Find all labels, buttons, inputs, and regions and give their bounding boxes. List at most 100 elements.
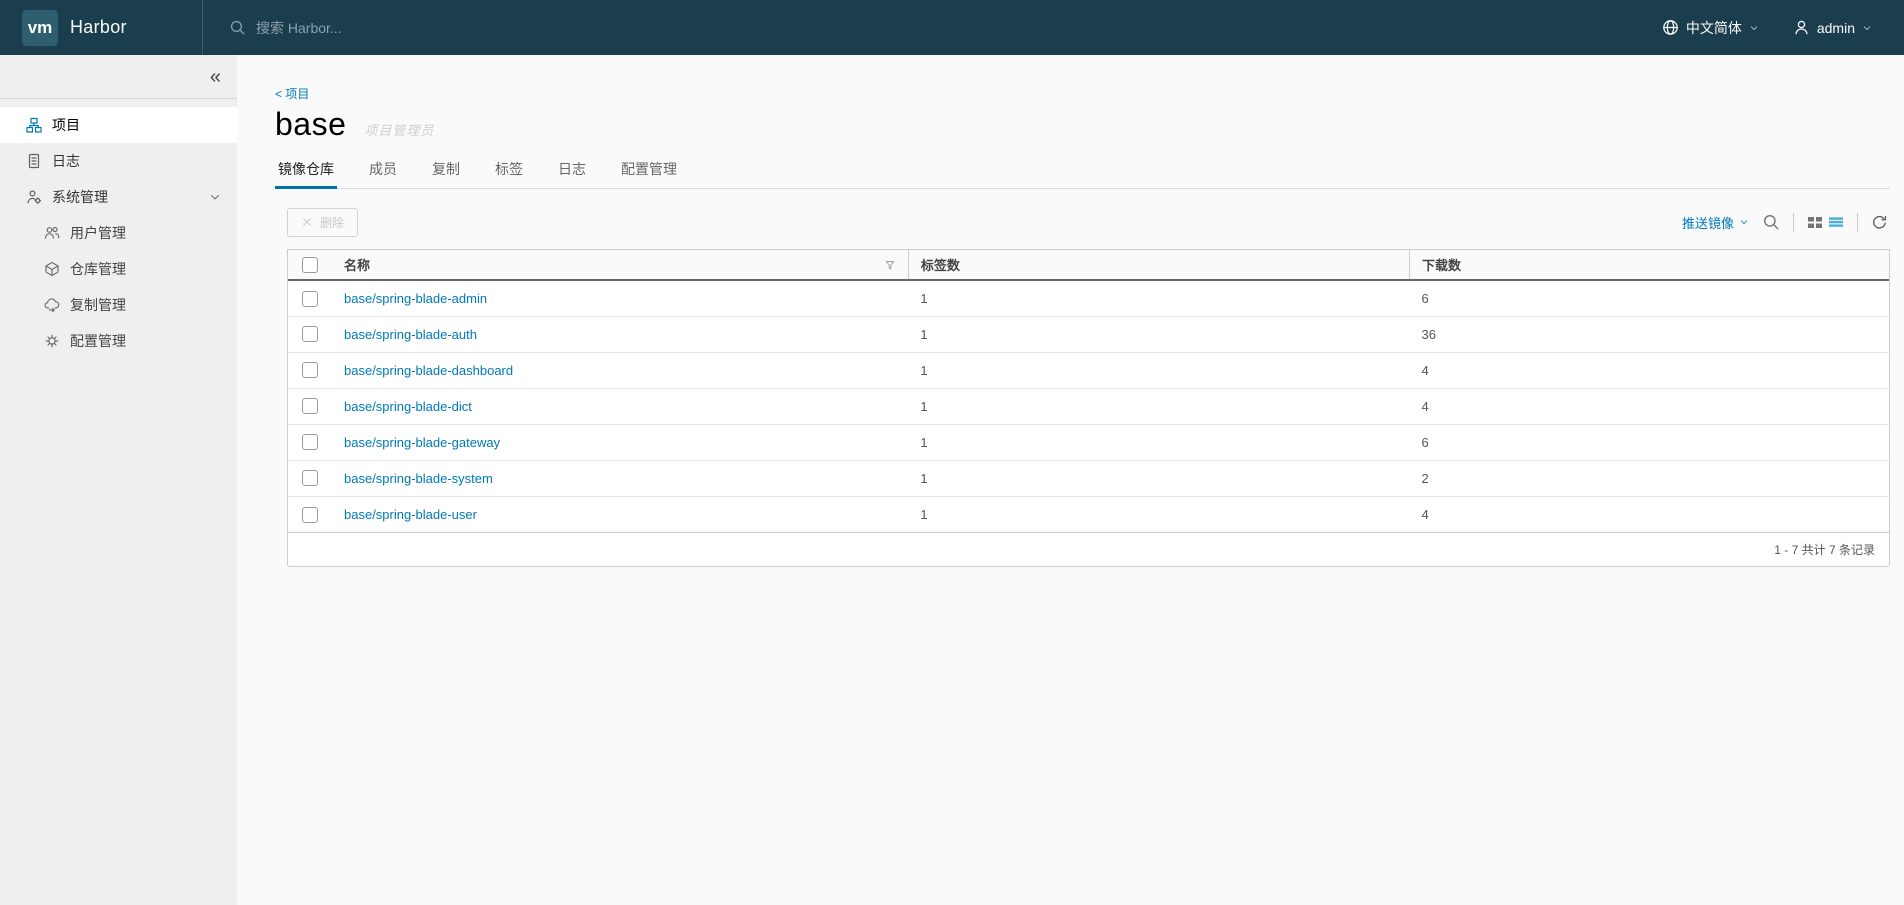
table-row: base/spring-blade-gateway 1 6 bbox=[288, 423, 1889, 460]
tags-count: 1 bbox=[920, 326, 928, 342]
repo-link[interactable]: base/spring-blade-dashboard bbox=[344, 363, 513, 378]
app-title: Harbor bbox=[70, 17, 127, 37]
tags-cell: 1 bbox=[908, 351, 1410, 388]
refresh-button[interactable] bbox=[1871, 214, 1888, 231]
sidebar-item-user-management[interactable]: 用户管理 bbox=[0, 215, 237, 251]
tab-labels[interactable]: 标签 bbox=[492, 159, 526, 189]
tab-members[interactable]: 成员 bbox=[366, 159, 400, 189]
globe-icon bbox=[1663, 20, 1678, 35]
sidebar-item-label: 系统管理 bbox=[52, 189, 108, 205]
branding[interactable]: vm Harbor bbox=[0, 0, 202, 55]
downloads-count: 2 bbox=[1421, 470, 1429, 486]
filter-icon bbox=[885, 260, 895, 269]
row-select-cell bbox=[288, 315, 332, 352]
sidebar-nav: 项目 日志 系统管理 用户管理 仓库管理 复制管理 配置管理 bbox=[0, 99, 237, 359]
row-checkbox[interactable] bbox=[302, 398, 318, 415]
admin-user-gear-icon bbox=[27, 190, 42, 204]
repositories-datagrid: 名称 标签数 下载数 base/spring-blade-admin 1 6 b… bbox=[287, 249, 1890, 567]
downloads-count: 6 bbox=[1421, 434, 1429, 450]
row-checkbox[interactable] bbox=[302, 362, 318, 379]
breadcrumb-projects-link[interactable]: < 项目 bbox=[275, 85, 309, 102]
close-icon bbox=[303, 218, 311, 226]
sidebar-item-configuration[interactable]: 配置管理 bbox=[0, 323, 237, 359]
sidebar-item-label: 配置管理 bbox=[70, 333, 126, 349]
tags-count: 1 bbox=[920, 506, 928, 522]
sidebar-item-label: 仓库管理 bbox=[70, 261, 126, 277]
row-checkbox[interactable] bbox=[302, 434, 318, 451]
row-select-cell bbox=[288, 495, 332, 532]
projects-icon bbox=[26, 117, 42, 133]
row-select-cell bbox=[288, 459, 332, 496]
repo-name-cell: base/spring-blade-auth bbox=[332, 315, 909, 352]
expander[interactable] bbox=[209, 191, 221, 203]
language-menu[interactable]: 中文简体 bbox=[1662, 18, 1759, 38]
row-checkbox[interactable] bbox=[302, 326, 318, 343]
downloads-count: 36 bbox=[1421, 326, 1436, 342]
collapse-sidebar-icon[interactable]: « bbox=[210, 67, 221, 87]
downloads-cell: 6 bbox=[1409, 423, 1889, 460]
column-header-downloads: 下载数 bbox=[1408, 250, 1889, 281]
repositories-table: 名称 标签数 下载数 base/spring-blade-admin 1 6 b… bbox=[288, 250, 1889, 532]
toolbar-right: 推送镜像 bbox=[1682, 212, 1890, 232]
tags-count: 1 bbox=[920, 362, 928, 378]
tab-repositories[interactable]: 镜像仓库 bbox=[275, 159, 337, 189]
search-repo-button[interactable] bbox=[1762, 213, 1780, 231]
sidebar-item-label: 复制管理 bbox=[70, 297, 126, 313]
tags-cell: 1 bbox=[908, 280, 1409, 316]
tags-cell: 1 bbox=[908, 495, 1410, 532]
repo-link[interactable]: base/spring-blade-admin bbox=[344, 291, 487, 306]
repo-link[interactable]: base/spring-blade-user bbox=[344, 507, 477, 522]
repo-link[interactable]: base/spring-blade-gateway bbox=[344, 435, 500, 450]
repo-link[interactable]: base/spring-blade-auth bbox=[344, 327, 477, 342]
table-row: base/spring-blade-auth 1 36 bbox=[288, 315, 1889, 352]
tab-configuration[interactable]: 配置管理 bbox=[618, 159, 680, 189]
project-tabs: 镜像仓库 成员 复制 标签 日志 配置管理 bbox=[275, 159, 1890, 189]
sidebar-item-registry-management[interactable]: 仓库管理 bbox=[0, 251, 237, 287]
chevron-down-icon bbox=[211, 195, 219, 200]
sidebar-item-projects[interactable]: 项目 bbox=[0, 107, 237, 143]
column-header-tags: 标签数 bbox=[907, 250, 1410, 281]
divider bbox=[1857, 212, 1858, 232]
tab-replication[interactable]: 复制 bbox=[429, 159, 463, 189]
record-count: 1 - 7 共计 7 条记录 bbox=[1774, 543, 1875, 557]
push-image-dropdown[interactable]: 推送镜像 bbox=[1682, 213, 1749, 232]
repo-link[interactable]: base/spring-blade-system bbox=[344, 471, 493, 486]
chevron-down-icon bbox=[1863, 25, 1871, 30]
sidebar: « 项目 日志 系统管理 用户管理 仓库管理 复制管理 配置管理 bbox=[0, 55, 237, 905]
repo-name-cell: base/spring-blade-dashboard bbox=[332, 351, 909, 388]
downloads-cell: 4 bbox=[1409, 351, 1889, 388]
table-header-row: 名称 标签数 下载数 bbox=[288, 250, 1889, 281]
user-label: admin bbox=[1816, 19, 1855, 36]
repo-link[interactable]: base/spring-blade-dict bbox=[344, 399, 472, 414]
sidebar-collapse-row: « bbox=[0, 55, 237, 99]
tags-count: 1 bbox=[920, 470, 928, 486]
select-all-checkbox[interactable] bbox=[302, 256, 318, 273]
tab-logs[interactable]: 日志 bbox=[555, 159, 589, 189]
sidebar-item-logs[interactable]: 日志 bbox=[0, 143, 237, 179]
chevron-down-icon bbox=[1750, 25, 1758, 30]
filter-button[interactable] bbox=[884, 259, 896, 271]
datagrid-footer: 1 - 7 共计 7 条记录 bbox=[288, 532, 1889, 566]
sidebar-item-administration[interactable]: 系统管理 bbox=[0, 179, 237, 215]
downloads-count: 4 bbox=[1421, 506, 1429, 522]
global-search-input[interactable] bbox=[256, 19, 556, 36]
row-select-cell bbox=[288, 423, 332, 460]
row-checkbox[interactable] bbox=[302, 470, 318, 487]
sidebar-item-replication-management[interactable]: 复制管理 bbox=[0, 287, 237, 323]
tags-count: 1 bbox=[920, 290, 928, 306]
main-content: < 项目 base 项目管理员 镜像仓库 成员 复制 标签 日志 配置管理 删除… bbox=[237, 55, 1904, 905]
row-checkbox[interactable] bbox=[302, 506, 318, 523]
row-checkbox[interactable] bbox=[302, 290, 318, 307]
list-view-button[interactable] bbox=[1828, 214, 1844, 230]
user-menu[interactable]: admin bbox=[1793, 19, 1872, 36]
downloads-cell: 4 bbox=[1409, 495, 1889, 532]
tags-cell: 1 bbox=[908, 315, 1410, 352]
cloud-sync-icon bbox=[44, 298, 60, 313]
delete-button[interactable]: 删除 bbox=[287, 207, 359, 237]
search-icon bbox=[1764, 215, 1779, 230]
gear-icon bbox=[45, 334, 59, 348]
language-label: 中文简体 bbox=[1685, 19, 1742, 36]
downloads-cell: 2 bbox=[1409, 459, 1889, 496]
table-row: base/spring-blade-user 1 4 bbox=[288, 495, 1889, 532]
card-view-button[interactable] bbox=[1807, 214, 1823, 230]
